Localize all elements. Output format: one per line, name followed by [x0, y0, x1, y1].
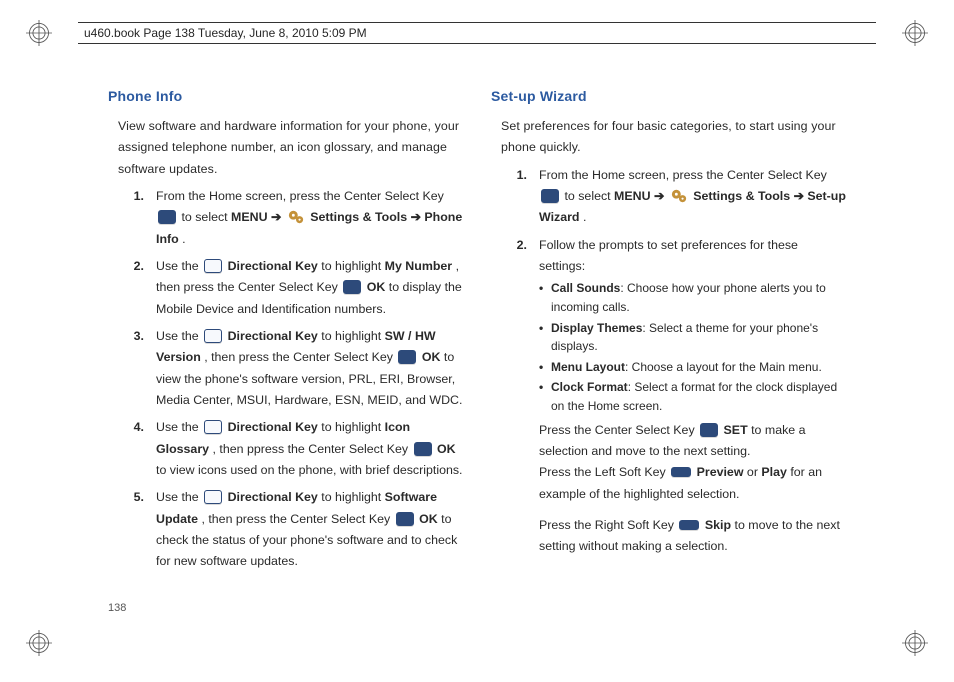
- step-number: 1.: [118, 186, 144, 250]
- step-number: 1.: [501, 165, 527, 229]
- directional-key-icon: [204, 329, 222, 343]
- step-body: From the Home screen, press the Center S…: [539, 165, 846, 229]
- para: Press the Right Soft Key Skip to move to…: [539, 515, 846, 558]
- directional-key-icon: [204, 490, 222, 504]
- center-select-key-icon: [343, 280, 361, 294]
- crop-mark-icon: [902, 630, 928, 656]
- list-item: 1. From the Home screen, press the Cente…: [118, 186, 463, 250]
- crop-mark-icon: [26, 20, 52, 46]
- left-column: Phone Info View software and hardware in…: [108, 84, 463, 622]
- para: Press the Left Soft Key Preview or Play …: [539, 462, 846, 505]
- page-body: Phone Info View software and hardware in…: [108, 84, 846, 622]
- crop-mark-icon: [26, 630, 52, 656]
- step-number: 5.: [118, 487, 144, 572]
- phone-info-steps: 1. From the Home screen, press the Cente…: [118, 186, 463, 573]
- settings-bullets: •Call Sounds: Choose how your phone aler…: [539, 279, 846, 415]
- step-body: Use the Directional Key to highlight My …: [156, 256, 463, 320]
- bullet-item: •Call Sounds: Choose how your phone aler…: [539, 279, 846, 316]
- step-body: Use the Directional Key to highlight Sof…: [156, 487, 463, 572]
- para: Press the Center Select Key SET to make …: [539, 420, 846, 463]
- list-item: 3. Use the Directional Key to highlight …: [118, 326, 463, 411]
- step-number: 2.: [501, 235, 527, 558]
- setup-wizard-heading: Set-up Wizard: [491, 84, 846, 108]
- list-item: 2. Use the Directional Key to highlight …: [118, 256, 463, 320]
- phone-info-heading: Phone Info: [108, 84, 463, 108]
- step-body: Use the Directional Key to highlight SW …: [156, 326, 463, 411]
- header-text: u460.book Page 138 Tuesday, June 8, 2010…: [84, 26, 367, 40]
- step-body: From the Home screen, press the Center S…: [156, 186, 463, 250]
- center-select-key-icon: [700, 423, 718, 437]
- bullet-item: •Clock Format: Select a format for the c…: [539, 378, 846, 415]
- setup-wizard-steps: 1. From the Home screen, press the Cente…: [501, 165, 846, 558]
- step-body: Use the Directional Key to highlight Ico…: [156, 417, 463, 481]
- bullet-item: •Display Themes: Select a theme for your…: [539, 319, 846, 356]
- center-select-key-icon: [398, 350, 416, 364]
- list-item: 2. Follow the prompts to set preferences…: [501, 235, 846, 558]
- page-number: 138: [108, 602, 126, 614]
- phone-info-intro: View software and hardware information f…: [118, 116, 463, 180]
- bullet-item: •Menu Layout: Choose a layout for the Ma…: [539, 358, 846, 377]
- left-soft-key-icon: [671, 467, 691, 477]
- center-select-key-icon: [158, 210, 176, 224]
- directional-key-icon: [204, 259, 222, 273]
- settings-gear-icon: [287, 209, 305, 225]
- right-column: Set-up Wizard Set preferences for four b…: [491, 84, 846, 622]
- step-number: 2.: [118, 256, 144, 320]
- step-body: Follow the prompts to set preferences fo…: [539, 235, 846, 558]
- setup-wizard-intro: Set preferences for four basic categorie…: [501, 116, 846, 159]
- right-soft-key-icon: [679, 520, 699, 530]
- list-item: 4. Use the Directional Key to highlight …: [118, 417, 463, 481]
- directional-key-icon: [204, 420, 222, 434]
- crop-mark-icon: [902, 20, 928, 46]
- settings-gear-icon: [670, 188, 688, 204]
- list-item: 5. Use the Directional Key to highlight …: [118, 487, 463, 572]
- document-header: u460.book Page 138 Tuesday, June 8, 2010…: [78, 22, 876, 44]
- list-item: 1. From the Home screen, press the Cente…: [501, 165, 846, 229]
- center-select-key-icon: [541, 189, 559, 203]
- center-select-key-icon: [396, 512, 414, 526]
- step-number: 3.: [118, 326, 144, 411]
- step-number: 4.: [118, 417, 144, 481]
- center-select-key-icon: [414, 442, 432, 456]
